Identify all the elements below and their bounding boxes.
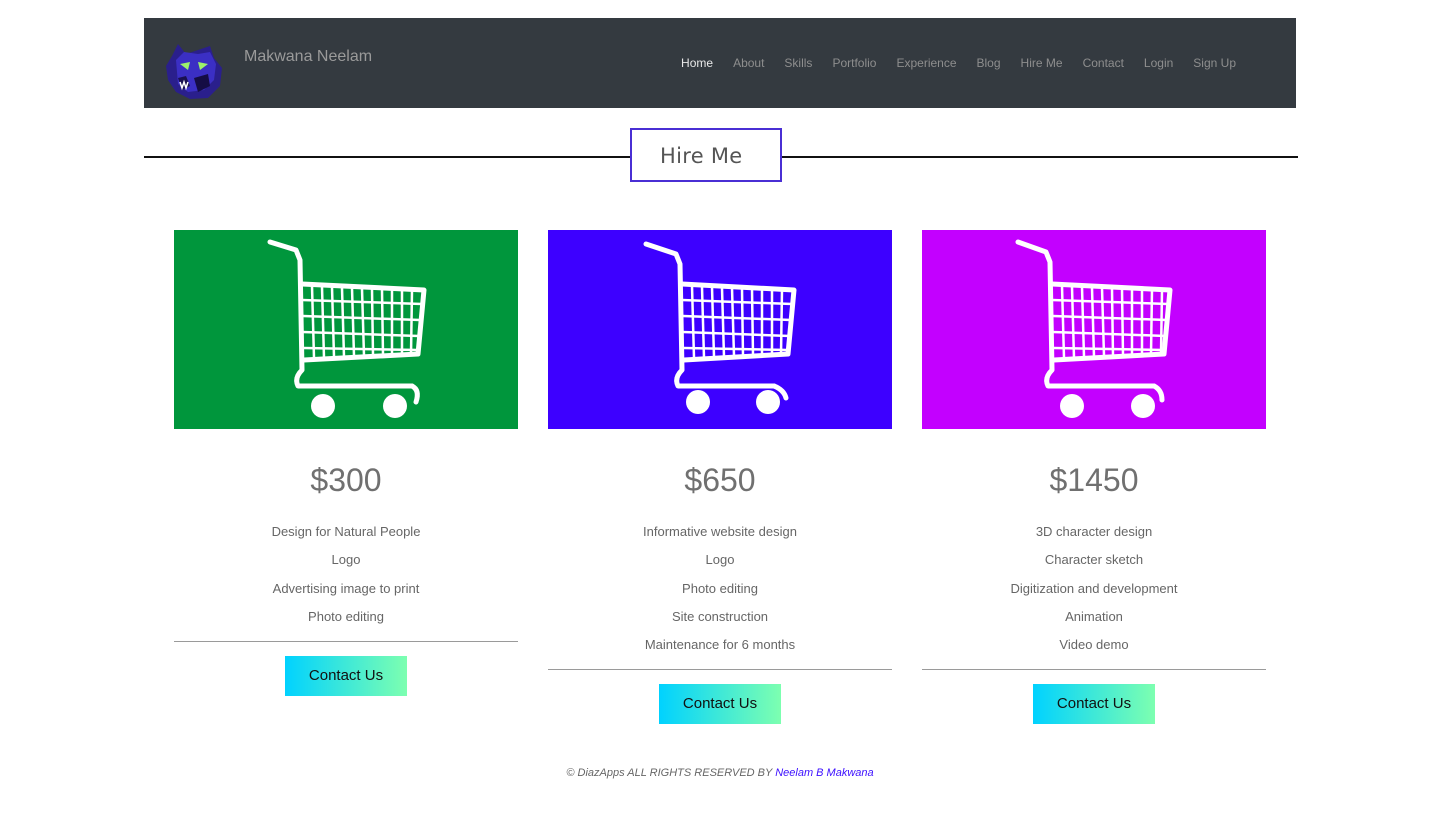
feature-item: Photo editing [308, 608, 384, 624]
divider [922, 669, 1266, 671]
footer: © DiazApps ALL RIGHTS RESERVED BY Neelam… [0, 767, 1440, 779]
section-title-box: Hire Me [630, 128, 782, 182]
price: $1450 [1049, 462, 1139, 498]
shopping-cart-icon [548, 230, 892, 429]
feature-item: Design for Natural People [271, 524, 421, 539]
brand-name[interactable]: Makwana Neelam [244, 48, 372, 66]
navbar: Makwana Neelam Home About Skills Portfol… [144, 18, 1296, 108]
feature-item: Informative website design [643, 524, 797, 539]
card-image-background [174, 230, 518, 429]
feature-item: Logo [331, 552, 361, 568]
feature-item: Animation [1065, 608, 1123, 624]
feature-item: Photo editing [682, 580, 758, 596]
nav-item-blog[interactable]: Blog [977, 56, 1001, 70]
nav-item-experience[interactable]: Experience [896, 56, 956, 70]
author-link[interactable]: Neelam B Makwana [775, 767, 873, 779]
feature-list: Informative website design Logo Photo ed… [548, 518, 892, 659]
nav-item-skills[interactable]: Skills [784, 56, 812, 70]
feature-list: Design for Natural People Logo Advertisi… [174, 518, 518, 631]
contact-us-button[interactable]: Contact Us [1033, 684, 1155, 725]
pricing-card-premium: $1450 3D character design Character sket… [922, 230, 1266, 725]
feature-item: Maintenance for 6 months [644, 637, 796, 653]
price: $650 [684, 462, 756, 498]
feature-item: Video demo [1059, 637, 1129, 653]
nav-item-login[interactable]: Login [1144, 56, 1173, 70]
shopping-cart-icon [922, 230, 1266, 429]
feature-list: 3D character design Character sketch Dig… [922, 518, 1266, 659]
price: $300 [310, 462, 382, 498]
feature-item: Digitization and development [1010, 580, 1178, 596]
contact-us-button[interactable]: Contact Us [285, 656, 407, 697]
copyright-text: © DiazApps ALL RIGHTS RESERVED BY [566, 767, 773, 779]
feature-item: Advertising image to print [272, 580, 420, 596]
contact-us-button[interactable]: Contact Us [659, 684, 781, 725]
feature-item: Character sketch [1044, 552, 1144, 568]
nav-item-about[interactable]: About [733, 56, 764, 70]
shopping-cart-icon [174, 230, 518, 429]
nav-item-hire-me[interactable]: Hire Me [1021, 56, 1063, 70]
section-title: Hire Me [660, 144, 743, 168]
card-image-background [548, 230, 892, 429]
feature-item: Logo [705, 552, 735, 568]
divider [174, 641, 518, 643]
nav-item-home[interactable]: Home [681, 56, 713, 70]
panther-logo-icon[interactable] [164, 42, 224, 100]
nav-menu: Home About Skills Portfolio Experience B… [681, 56, 1236, 70]
nav-item-portfolio[interactable]: Portfolio [832, 56, 876, 70]
nav-item-contact[interactable]: Contact [1083, 56, 1124, 70]
feature-item: 3D character design [1035, 524, 1153, 539]
pricing-card-basic: $300 Design for Natural People Logo Adve… [174, 230, 518, 697]
feature-item: Site construction [671, 608, 769, 624]
pricing-card-standard: $650 Informative website design Logo Pho… [548, 230, 892, 725]
divider [548, 669, 892, 671]
nav-item-sign-up[interactable]: Sign Up [1193, 56, 1236, 70]
